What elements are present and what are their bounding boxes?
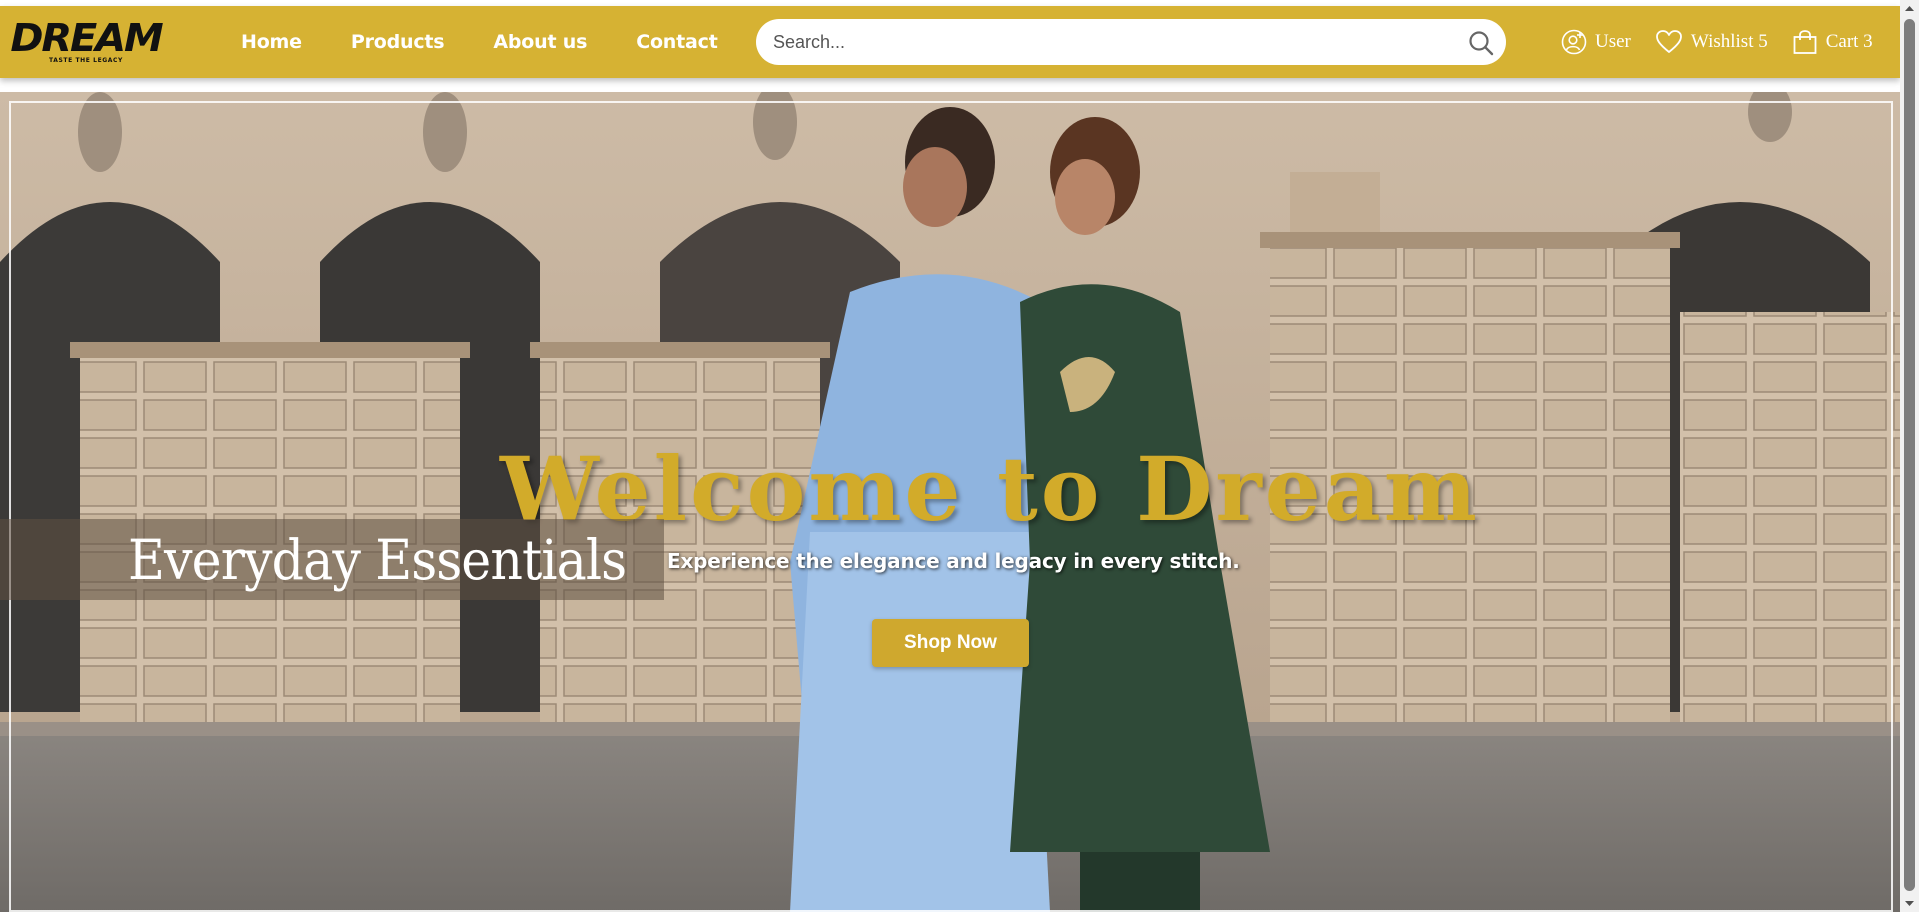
arrow-down-icon[interactable] bbox=[1900, 895, 1919, 912]
header-bar: DREAM TASTE THE LEGACY Home Products Abo… bbox=[0, 6, 1900, 78]
nav-item-products[interactable]: Products bbox=[351, 31, 445, 53]
page: DREAM TASTE THE LEGACY Home Products Abo… bbox=[0, 0, 1919, 912]
wishlist-label: Wishlist 5 bbox=[1690, 31, 1768, 52]
search-bar bbox=[756, 19, 1506, 65]
heart-icon bbox=[1655, 30, 1682, 53]
header-actions: User Wishlist 5 Cart 3 bbox=[1561, 6, 1873, 78]
shop-now-button[interactable]: Shop Now bbox=[872, 619, 1029, 667]
arrow-up-icon[interactable] bbox=[1900, 0, 1919, 17]
nav-item-about-us[interactable]: About us bbox=[493, 31, 587, 53]
hero-banner: Welcome to Dream Everyday Essentials Exp… bbox=[0, 92, 1900, 912]
hero-subtext: Experience the elegance and legacy in ev… bbox=[667, 549, 1240, 573]
cart-label: Cart 3 bbox=[1825, 31, 1873, 52]
logo-wordmark: DREAM bbox=[10, 15, 163, 60]
wishlist-button[interactable]: Wishlist 5 bbox=[1655, 29, 1768, 55]
nav-item-contact[interactable]: Contact bbox=[636, 31, 718, 53]
brand-logo[interactable]: DREAM TASTE THE LEGACY bbox=[10, 18, 163, 66]
search-icon[interactable] bbox=[1468, 30, 1494, 56]
nav-item-home[interactable]: Home bbox=[241, 31, 302, 53]
hero-tagline: Everyday Essentials bbox=[128, 527, 627, 592]
main-nav: Home Products About us Contact bbox=[241, 6, 767, 78]
user-add-icon bbox=[1561, 29, 1587, 55]
shopping-bag-icon bbox=[1793, 30, 1817, 54]
vertical-scrollbar[interactable] bbox=[1900, 0, 1919, 912]
cart-button[interactable]: Cart 3 bbox=[1792, 29, 1873, 55]
search-input[interactable] bbox=[756, 20, 1436, 64]
user-button[interactable]: User bbox=[1561, 29, 1631, 55]
scroll-thumb[interactable] bbox=[1904, 19, 1915, 891]
user-label: User bbox=[1595, 31, 1631, 52]
tagline-box: Everyday Essentials bbox=[0, 519, 664, 600]
